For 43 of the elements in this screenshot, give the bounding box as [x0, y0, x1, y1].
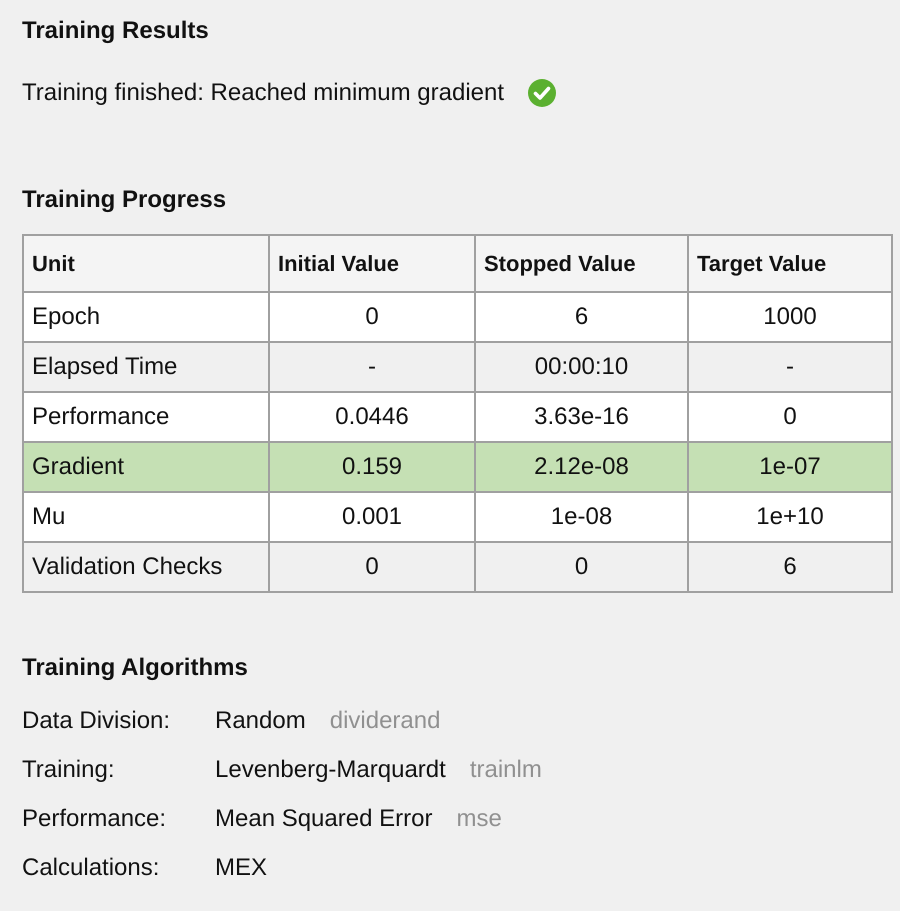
- field-label: Training:: [22, 755, 116, 785]
- table-cell: Mu: [23, 492, 269, 542]
- table-cell: Validation Checks: [23, 542, 269, 592]
- table-cell: 00:00:10: [475, 342, 688, 392]
- table-cell: Epoch: [23, 292, 269, 342]
- section-title: Training Algorithms: [22, 653, 249, 683]
- column-header: Target Value: [688, 235, 892, 292]
- column-header: Unit: [23, 235, 269, 292]
- table-cell: 0: [475, 542, 688, 592]
- column-header: Stopped Value: [475, 235, 688, 292]
- function-name: mse: [456, 804, 502, 834]
- table-cell: 1e+10: [688, 492, 892, 542]
- table-cell: 6: [475, 292, 688, 342]
- table-cell: 1e-08: [475, 492, 688, 542]
- table-cell: Gradient: [23, 442, 269, 492]
- table-cell: 0: [269, 542, 475, 592]
- table-cell: 0.159: [269, 442, 475, 492]
- field-value: Levenberg-Marquardt: [215, 755, 446, 785]
- table-cell: 0.0446: [269, 392, 475, 442]
- table-cell: 2.12e-08: [475, 442, 688, 492]
- table-cell: 1000: [688, 292, 892, 342]
- table-cell: Elapsed Time: [23, 342, 269, 392]
- table-cell: -: [269, 342, 475, 392]
- table-cell: 1e-07: [688, 442, 892, 492]
- field-value: Random: [215, 706, 306, 736]
- section-title: Training Results: [22, 16, 210, 46]
- table-cell: 0.001: [269, 492, 475, 542]
- table-cell: 6: [688, 542, 892, 592]
- table-cell: -: [688, 342, 892, 392]
- column-header: Initial Value: [269, 235, 475, 292]
- table-cell: 3.63e-16: [475, 392, 688, 442]
- field-label: Data Division:: [22, 706, 172, 736]
- function-name: trainlm: [470, 755, 542, 785]
- table-cell: Performance: [23, 392, 269, 442]
- field-value: Mean Squared Error: [215, 804, 432, 834]
- function-name: dividerand: [330, 706, 440, 736]
- field-label: Calculations:: [22, 853, 160, 883]
- table-cell: 0: [269, 292, 475, 342]
- field-label: Performance:: [22, 804, 168, 834]
- field-value: MEX: [215, 853, 268, 883]
- status-text: Training finished: Reached minimum gradient: [22, 78, 504, 108]
- table-cell: 0: [688, 392, 892, 442]
- section-title: Training Progress: [22, 185, 228, 215]
